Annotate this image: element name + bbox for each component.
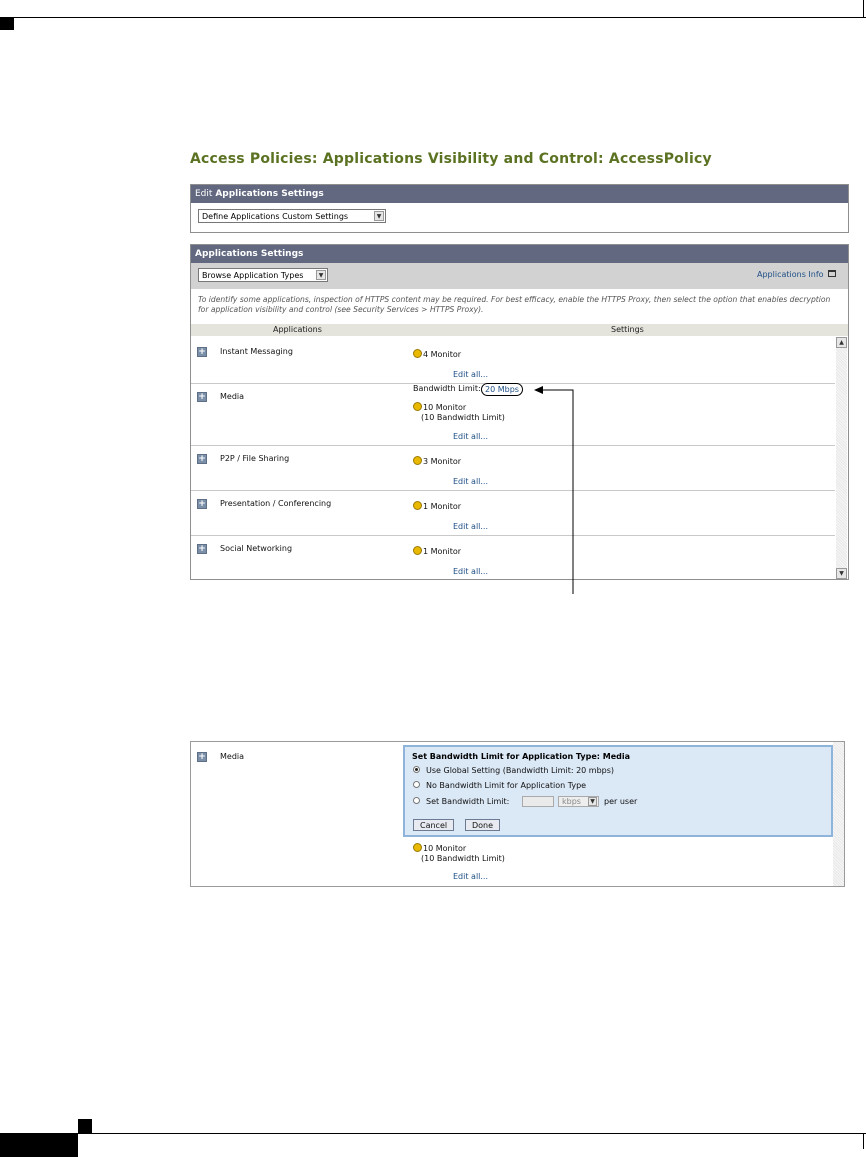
- yellow-dot-icon: [413, 546, 422, 555]
- edit-panel-header: Edit Applications Settings: [191, 185, 848, 203]
- expand-instant-messaging-plus-icon[interactable]: +: [197, 347, 207, 357]
- option-set-label: Set Bandwidth Limit:: [426, 797, 510, 806]
- monitor-count-media: 10 Monitor: [423, 403, 467, 412]
- top-rule-tick: [863, 0, 864, 18]
- chevron-down-icon: ▼: [374, 211, 384, 221]
- media-panel-name: Media: [220, 752, 245, 761]
- monitor-sub-media-expanded: (10 Bandwidth Limit): [421, 854, 505, 863]
- edit-applications-panel: Edit Applications Settings Define Applic…: [190, 184, 849, 233]
- expand-presentation-plus-icon[interactable]: +: [197, 499, 207, 509]
- monitor-media: 10 Monitor: [413, 402, 466, 412]
- bandwidth-limit-input[interactable]: [522, 796, 554, 807]
- radio-none[interactable]: [413, 781, 420, 788]
- edit-all-presentation[interactable]: Edit all...: [453, 522, 488, 531]
- radio-set[interactable]: [413, 797, 420, 804]
- cancel-button[interactable]: Cancel: [413, 819, 455, 831]
- callout-arrow: [534, 386, 574, 594]
- monitor-presentation: 1 Monitor: [413, 501, 461, 511]
- monitor-instant-messaging: 4 Monitor: [413, 349, 461, 359]
- yellow-dot-icon: [413, 456, 422, 465]
- monitor-count-p2p: 3 Monitor: [423, 457, 462, 466]
- monitor-count-instant-messaging: 4 Monitor: [423, 350, 462, 359]
- edit-panel-header-prefix: Edit: [195, 189, 213, 199]
- per-user-label: per user: [604, 797, 638, 806]
- option-set-row[interactable]: Set Bandwidth Limit:: [413, 797, 509, 806]
- app-name-presentation: Presentation / Conferencing: [220, 499, 332, 508]
- unit-select-value: kbps: [562, 797, 581, 806]
- corner-marker: [0, 18, 14, 30]
- bandwidth-limit-label: Bandwidth Limit:: [413, 384, 481, 393]
- monitor-count-social-networking: 1 Monitor: [423, 547, 462, 556]
- row-separator: [191, 535, 835, 536]
- bottom-rule: [0, 1133, 866, 1134]
- app-name-p2p: P2P / File Sharing: [220, 454, 290, 463]
- option-global-row[interactable]: Use Global Setting (Bandwidth Limit: 20 …: [413, 766, 614, 775]
- scroll-down-icon[interactable]: ▼: [836, 568, 847, 579]
- column-header-settings: Settings: [611, 325, 644, 334]
- footer-bar: [0, 1134, 78, 1157]
- define-settings-select[interactable]: Define Applications Custom Settings ▼: [198, 209, 386, 223]
- edit-all-media-expanded[interactable]: Edit all...: [453, 872, 488, 881]
- bottom-rule-tick: [863, 1133, 864, 1149]
- bandwidth-dialog-title: Set Bandwidth Limit for Application Type…: [412, 752, 631, 761]
- vertical-scrollbar[interactable]: [836, 337, 847, 579]
- unit-select[interactable]: kbps ▼: [558, 796, 599, 807]
- app-name-media: Media: [220, 392, 245, 401]
- edit-all-instant-messaging[interactable]: Edit all...: [453, 370, 488, 379]
- expand-media-plus-icon[interactable]: +: [197, 752, 207, 762]
- applications-info-link[interactable]: Applications Info: [757, 270, 837, 279]
- edit-all-media[interactable]: Edit all...: [453, 432, 488, 441]
- monitor-p2p: 3 Monitor: [413, 456, 461, 466]
- edit-all-social-networking[interactable]: Edit all...: [453, 567, 488, 576]
- monitor-count-media-expanded: 10 Monitor: [423, 844, 467, 853]
- media-expanded-panel: + Media Set Bandwidth Limit for Applicat…: [190, 741, 845, 887]
- expand-p2p-plus-icon[interactable]: +: [197, 454, 207, 464]
- top-rule: [0, 17, 866, 18]
- browse-application-types-select[interactable]: Browse Application Types ▼: [198, 268, 328, 282]
- page-title: Access Policies: Applications Visibility…: [190, 151, 712, 167]
- scroll-up-icon[interactable]: ▲: [836, 337, 847, 348]
- define-settings-select-value: Define Applications Custom Settings: [202, 212, 349, 221]
- yellow-dot-icon: [413, 402, 422, 411]
- bandwidth-limit-link[interactable]: 20 Mbps: [481, 383, 523, 396]
- browse-select-value: Browse Application Types: [202, 271, 304, 280]
- applications-settings-header-text: Applications Settings: [195, 249, 304, 259]
- edit-panel-header-bold: Applications Settings: [215, 189, 324, 199]
- column-header-applications: Applications: [273, 325, 322, 334]
- expand-media-plus-icon[interactable]: +: [197, 392, 207, 402]
- monitor-media-expanded: 10 Monitor: [413, 843, 466, 853]
- chevron-down-icon: ▼: [316, 270, 326, 280]
- bandwidth-dialog: Set Bandwidth Limit for Application Type…: [403, 745, 833, 837]
- app-name-instant-messaging: Instant Messaging: [220, 347, 293, 356]
- applications-info-label: Applications Info: [757, 270, 824, 279]
- yellow-dot-icon: [413, 843, 422, 852]
- https-note: To identify some applications, inspectio…: [198, 295, 831, 314]
- edit-all-p2p[interactable]: Edit all...: [453, 477, 488, 486]
- option-none-row[interactable]: No Bandwidth Limit for Application Type: [413, 781, 586, 790]
- radio-global[interactable]: [413, 766, 420, 773]
- chevron-down-icon: ▼: [588, 797, 597, 806]
- row-separator: [191, 445, 835, 446]
- footer-marker: [78, 1119, 92, 1133]
- vertical-scrollbar[interactable]: [833, 742, 844, 886]
- monitor-social-networking: 1 Monitor: [413, 546, 461, 556]
- option-global-label: Use Global Setting (Bandwidth Limit: 20 …: [426, 766, 615, 775]
- row-separator: [191, 490, 835, 491]
- yellow-dot-icon: [413, 349, 422, 358]
- popup-window-icon: [828, 270, 837, 277]
- expand-social-networking-plus-icon[interactable]: +: [197, 544, 207, 554]
- done-button[interactable]: Done: [465, 819, 501, 831]
- option-none-label: No Bandwidth Limit for Application Type: [426, 781, 587, 790]
- yellow-dot-icon: [413, 501, 422, 510]
- applications-settings-header: Applications Settings: [191, 245, 848, 263]
- monitor-sub-media: (10 Bandwidth Limit): [421, 413, 505, 422]
- app-name-social-networking: Social Networking: [220, 544, 293, 553]
- monitor-count-presentation: 1 Monitor: [423, 502, 462, 511]
